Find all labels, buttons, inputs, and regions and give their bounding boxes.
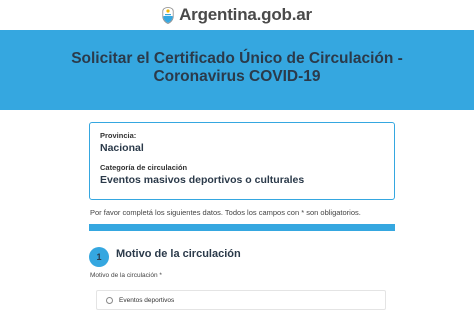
page-title: Solicitar el Certificado Único de Circul… — [24, 50, 450, 86]
argentina-shield-icon — [162, 6, 174, 24]
page-title-line-1: Solicitar el Certificado Único de Circul… — [71, 50, 403, 67]
summary-card: Provincia: Nacional Categoría de circula… — [89, 122, 395, 200]
section-divider-bar — [89, 224, 395, 231]
site-logo[interactable]: Argentina.gob.ar — [162, 5, 312, 25]
motivo-option-label: Eventos deportivos — [119, 296, 175, 304]
page-title-line-2: Coronavirus COVID-19 — [153, 68, 321, 85]
top-header: Argentina.gob.ar — [0, 0, 474, 30]
form-instructions: Por favor completá los siguientes datos.… — [90, 208, 361, 217]
categoria-label: Categoría de circulación — [100, 163, 188, 172]
step-title: Motivo de la circulación — [116, 248, 241, 260]
provincia-value: Nacional — [100, 142, 144, 154]
provincia-label: Provincia: — [100, 131, 137, 140]
motivo-field-label: Motivo de la circulación * — [90, 272, 162, 279]
categoria-value: Eventos masivos deportivos o culturales — [100, 174, 305, 186]
motivo-option[interactable]: Eventos deportivos — [96, 290, 386, 310]
logo-text: Argentina.gob.ar — [179, 5, 312, 24]
hero-banner: Solicitar el Certificado Único de Circul… — [0, 30, 474, 110]
radio-button[interactable] — [106, 296, 113, 304]
step-number-badge: 1 — [89, 247, 109, 267]
